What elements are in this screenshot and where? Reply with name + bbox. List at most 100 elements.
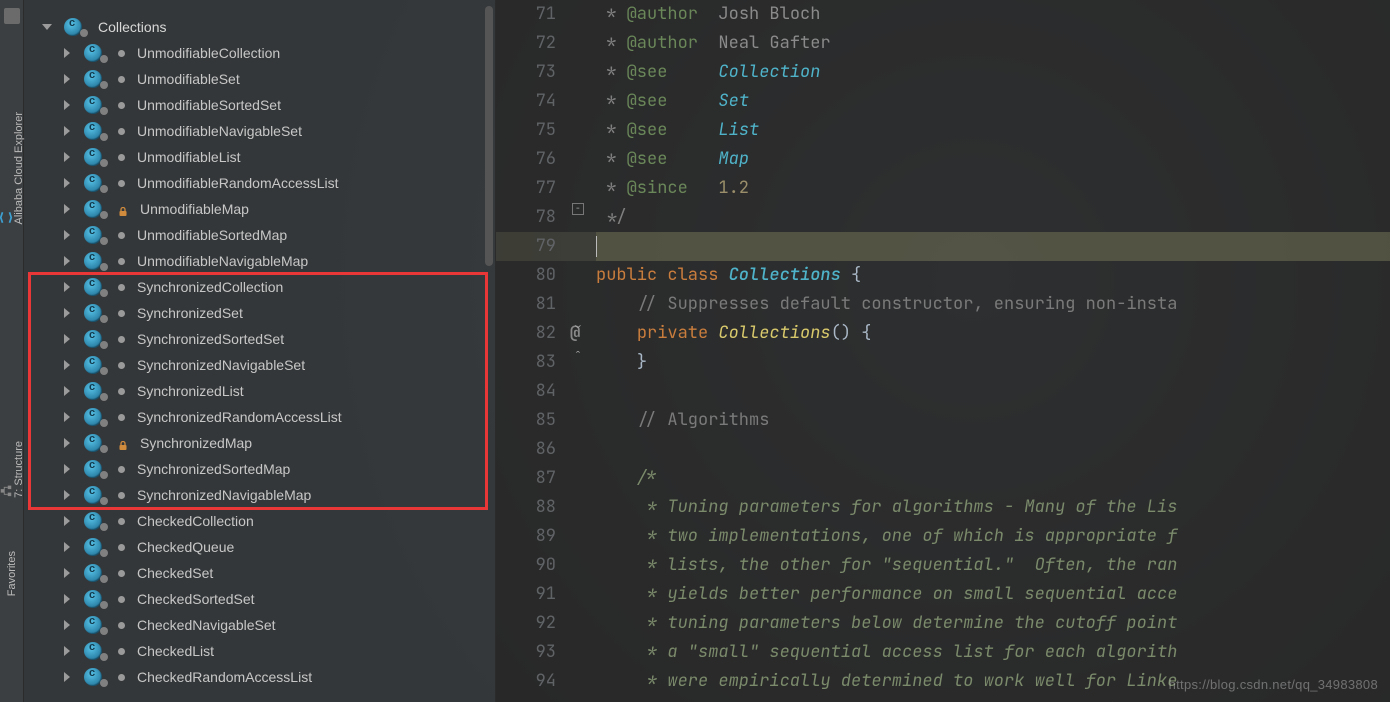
visibility-dot-icon [118,570,125,577]
tree-item[interactable]: CheckedCollection [30,508,495,534]
chevron-right-icon[interactable] [64,230,70,240]
tree-item[interactable]: UnmodifiableList [30,144,495,170]
tree-root[interactable]: Collections [30,14,495,40]
visibility-dot-icon [118,362,125,369]
tree-item[interactable]: CheckedSortedSet [30,586,495,612]
chevron-right-icon[interactable] [64,412,70,422]
visibility-dot-icon [118,180,125,187]
tree-item[interactable]: SynchronizedMap [30,430,495,456]
tree-item[interactable]: UnmodifiableSet [30,66,495,92]
gutter-icons: − @ ⌄ ⌃ [566,0,596,702]
chevron-right-icon[interactable] [64,100,70,110]
tree-item[interactable]: UnmodifiableMap [30,196,495,222]
fold-marker-icon[interactable]: − [572,203,584,215]
tool-tab-favorites[interactable]: Favorites [4,543,20,604]
code-editor[interactable]: 7172737475767778798081828384858687888990… [496,0,1390,702]
chevron-right-icon[interactable] [64,490,70,500]
code-line[interactable]: * a "small" sequential access list for e… [596,638,1390,667]
tool-tab-alibaba[interactable]: Alibaba Cloud Explorer [0,104,27,233]
chevron-right-icon[interactable] [64,594,70,604]
code-line[interactable]: } [596,348,1390,377]
code-line[interactable]: * two implementations, one of which is a… [596,522,1390,551]
line-number: 84 [496,377,556,406]
code-line[interactable] [596,377,1390,406]
tree-item[interactable]: CheckedQueue [30,534,495,560]
code-line[interactable]: * @see Map [596,145,1390,174]
chevron-right-icon[interactable] [64,334,70,344]
chevron-right-icon[interactable] [64,178,70,188]
structure-tree[interactable]: CollectionsUnmodifiableCollectionUnmodif… [30,14,495,690]
chevron-right-icon[interactable] [64,464,70,474]
code-line[interactable]: * Tuning parameters for algorithms - Man… [596,493,1390,522]
line-number: 94 [496,667,556,696]
tree-item[interactable]: CheckedRandomAccessList [30,664,495,690]
code-line[interactable]: public class Collections { [596,261,1390,290]
tree-item[interactable]: SynchronizedNavigableSet [30,352,495,378]
chevron-right-icon[interactable] [64,620,70,630]
tree-item[interactable]: UnmodifiableSortedSet [30,92,495,118]
tree-item[interactable]: CheckedList [30,638,495,664]
code-line[interactable]: * @see Set [596,87,1390,116]
chevron-right-icon[interactable] [64,386,70,396]
code-area[interactable]: * @author Josh Bloch * @author Neal Gaft… [596,0,1390,702]
scrollbar-vertical[interactable] [485,6,493,266]
chevron-right-icon[interactable] [64,308,70,318]
code-line[interactable]: * @see List [596,116,1390,145]
code-line[interactable]: * @since 1.2 [596,174,1390,203]
tree-item[interactable]: UnmodifiableRandomAccessList [30,170,495,196]
tree-item[interactable]: SynchronizedList [30,378,495,404]
tree-item[interactable]: SynchronizedSortedSet [30,326,495,352]
code-line[interactable] [596,435,1390,464]
visibility-dot-icon [118,154,125,161]
tree-item[interactable]: SynchronizedRandomAccessList [30,404,495,430]
tree-item[interactable]: SynchronizedSortedMap [30,456,495,482]
code-line[interactable]: * tuning parameters below determine the … [596,609,1390,638]
tree-item[interactable]: UnmodifiableNavigableMap [30,248,495,274]
chevron-down-icon[interactable] [42,24,52,30]
chevron-right-icon[interactable] [64,646,70,656]
tree-item-label: CheckedList [137,643,214,659]
modifier-badge-icon [100,237,108,245]
fold-end-icon[interactable]: ⌃ [572,349,584,361]
chevron-right-icon[interactable] [64,256,70,266]
code-line[interactable]: private Collections() { [596,319,1390,348]
tree-item[interactable]: SynchronizedCollection [30,274,495,300]
tree-item-label: UnmodifiableNavigableSet [137,123,302,139]
code-line[interactable]: * they should be reasonable for other se… [596,696,1390,702]
tree-item[interactable]: CheckedNavigableSet [30,612,495,638]
chevron-right-icon[interactable] [64,542,70,552]
tree-item[interactable]: SynchronizedNavigableMap [30,482,495,508]
chevron-right-icon[interactable] [64,516,70,526]
chevron-right-icon[interactable] [64,48,70,58]
tree-item[interactable]: CheckedSet [30,560,495,586]
code-line[interactable]: // Suppresses default constructor, ensur… [596,290,1390,319]
chevron-right-icon[interactable] [64,126,70,136]
code-line[interactable]: */ [596,203,1390,232]
modifier-badge-icon [100,497,108,505]
editor-gutter: 7172737475767778798081828384858687888990… [496,0,596,702]
chevron-right-icon[interactable] [64,568,70,578]
chevron-right-icon[interactable] [64,282,70,292]
code-line[interactable]: * yields better performance on small seq… [596,580,1390,609]
chevron-right-icon[interactable] [64,74,70,84]
code-line[interactable]: * @author Neal Gafter [596,29,1390,58]
chevron-right-icon[interactable] [64,360,70,370]
chevron-right-icon[interactable] [64,204,70,214]
code-line[interactable]: // Algorithms [596,406,1390,435]
code-line[interactable]: /* [596,464,1390,493]
visibility-dot-icon [118,336,125,343]
fold-marker-icon[interactable]: ⌄ [572,321,584,333]
code-line[interactable]: * @author Josh Bloch [596,0,1390,29]
tree-item[interactable]: UnmodifiableSortedMap [30,222,495,248]
chevron-right-icon[interactable] [64,672,70,682]
tree-item[interactable]: SynchronizedSet [30,300,495,326]
tree-item[interactable]: UnmodifiableCollection [30,40,495,66]
code-line[interactable]: * lists, the other for "sequential." Oft… [596,551,1390,580]
tree-item[interactable]: UnmodifiableNavigableSet [30,118,495,144]
chevron-right-icon[interactable] [64,152,70,162]
code-line[interactable] [596,232,1390,261]
chevron-right-icon[interactable] [64,438,70,448]
structure-panel[interactable]: CollectionsUnmodifiableCollectionUnmodif… [24,0,496,702]
tool-tab-structure[interactable]: 7: Structure [0,433,27,506]
code-line[interactable]: * @see Collection [596,58,1390,87]
